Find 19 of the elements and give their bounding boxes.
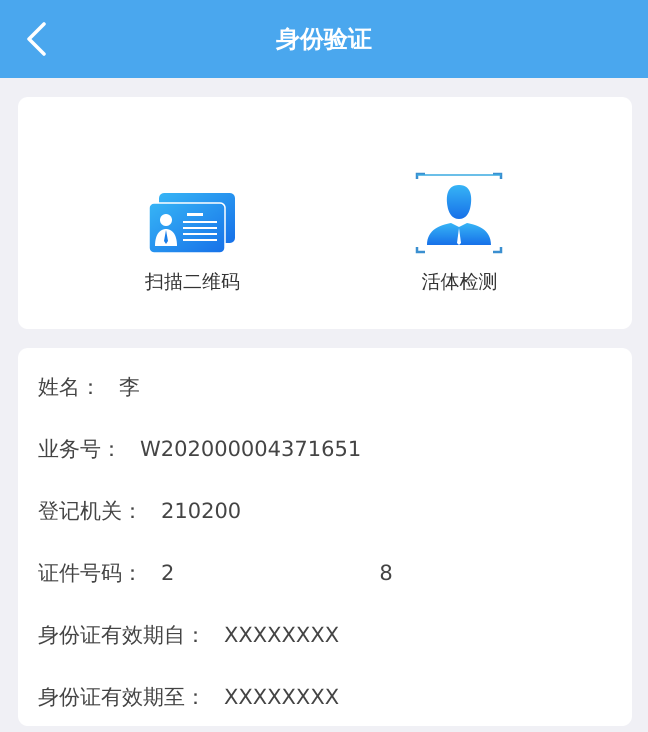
- page-title: 身份验证: [276, 24, 372, 55]
- action-label[interactable]: 活体检测: [421, 269, 498, 295]
- field-value: XXXXXXXX: [224, 623, 340, 647]
- field-value: 8: [379, 561, 393, 585]
- field-label: 身份证有效期至：: [38, 684, 206, 711]
- back-icon[interactable]: [24, 21, 48, 57]
- field-value: 李: [119, 374, 140, 401]
- field-value: 210200: [161, 499, 242, 523]
- field-label: 登记机关：: [38, 498, 143, 525]
- face-scan-icon[interactable]: [413, 171, 506, 255]
- field-label: 身份证有效期自：: [38, 622, 206, 649]
- field-value: 2: [161, 561, 174, 585]
- field-value: W202000004371651: [140, 437, 362, 461]
- id-card-icon[interactable]: [147, 191, 238, 255]
- field-label: 证件号码：: [38, 560, 143, 587]
- field-label: 业务号：: [38, 436, 122, 463]
- action-label[interactable]: 扫描二维码: [144, 269, 240, 295]
- field-label: 姓名：: [38, 374, 101, 401]
- field-value: XXXXXXXX: [224, 685, 340, 709]
